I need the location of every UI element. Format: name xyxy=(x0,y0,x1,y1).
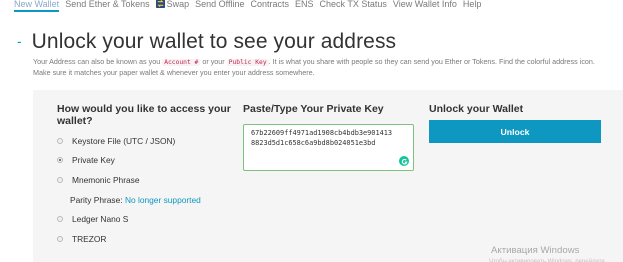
swap-icon xyxy=(155,0,165,8)
parity-unsupported-link[interactable]: No longer supported xyxy=(125,195,201,205)
desc-line-2: Make sure it matches your paper wallet &… xyxy=(33,68,315,77)
option-mnemonic-phrase[interactable]: Mnemonic Phrase xyxy=(57,175,140,185)
heading-row: - Unlock your wallet to see your address xyxy=(17,30,396,54)
nav-contracts[interactable]: Contracts xyxy=(250,0,289,9)
access-method-title: How would you like to access your wallet… xyxy=(57,103,231,127)
public-key-code-tag: Public Key xyxy=(226,59,269,66)
desc-text-2: or your xyxy=(200,57,227,66)
unlock-wallet-title: Unlock your Wallet xyxy=(429,103,524,115)
nav-view-wallet-info[interactable]: View Wallet Info xyxy=(393,0,457,9)
nav-new-wallet[interactable]: New Wallet xyxy=(14,0,60,12)
private-key-input[interactable]: 67b22609ff4971ad1908cb4bdb3e901413 8823d… xyxy=(243,124,414,171)
private-key-title: Paste/Type Your Private Key xyxy=(243,103,384,115)
nav-ens[interactable]: ENS xyxy=(295,0,314,9)
parity-phrase-row: Parity Phrase: No longer supported xyxy=(70,195,201,205)
nav-swap[interactable]: Swap xyxy=(155,0,190,9)
mnemonic-radio[interactable] xyxy=(57,177,63,183)
parity-label: Parity Phrase: xyxy=(70,195,125,205)
nav-help[interactable]: Help xyxy=(463,0,482,9)
ledger-label: Ledger Nano S xyxy=(72,214,129,224)
trezor-label: TREZOR xyxy=(72,234,107,244)
heading-dash: - xyxy=(17,33,22,49)
nav-check-tx-status[interactable]: Check TX Status xyxy=(320,0,387,9)
private-key-radio[interactable] xyxy=(57,157,63,163)
grammarly-icon[interactable] xyxy=(399,156,409,166)
top-nav: New Wallet Send Ether & Tokens Swap Send… xyxy=(0,0,623,12)
nav-send-offline[interactable]: Send Offline xyxy=(195,0,244,9)
ledger-radio[interactable] xyxy=(57,216,63,222)
windows-activation-subtext: Чтобы активировать Windows, перейдите xyxy=(489,259,605,262)
mnemonic-label: Mnemonic Phrase xyxy=(72,175,140,185)
option-ledger-nano-s[interactable]: Ledger Nano S xyxy=(57,214,128,224)
keystore-radio[interactable] xyxy=(57,138,63,144)
desc-text-1: Your Address can also be known as you xyxy=(33,57,163,66)
option-trezor[interactable]: TREZOR xyxy=(57,234,106,244)
access-title-line1: How would you like to access your xyxy=(57,103,231,115)
option-keystore-file[interactable]: Keystore File (UTC / JSON) xyxy=(57,136,175,146)
windows-activation-watermark: Активация Windows xyxy=(491,245,580,256)
private-key-line-1: 67b22609ff4971ad1908cb4bdb3e901413 xyxy=(251,129,393,137)
account-code-tag: Account # xyxy=(162,59,201,66)
trezor-radio[interactable] xyxy=(57,236,63,242)
nav-send-ether-tokens[interactable]: Send Ether & Tokens xyxy=(65,0,149,9)
desc-text-3: . It is what you share with people so th… xyxy=(268,57,595,66)
option-private-key[interactable]: Private Key xyxy=(57,155,115,165)
nav-swap-label: Swap xyxy=(166,0,190,9)
private-key-line-2: 8823d5d1c658c6a9bd8b024051e3bd xyxy=(251,139,376,147)
unlock-button[interactable]: Unlock xyxy=(429,120,601,143)
private-key-label: Private Key xyxy=(72,155,115,165)
keystore-label: Keystore File (UTC / JSON) xyxy=(72,136,176,146)
page-description: Your Address can also be known as you Ac… xyxy=(33,57,623,78)
page-title: Unlock your wallet to see your address xyxy=(31,30,397,53)
access-title-line2: wallet? xyxy=(57,115,93,127)
